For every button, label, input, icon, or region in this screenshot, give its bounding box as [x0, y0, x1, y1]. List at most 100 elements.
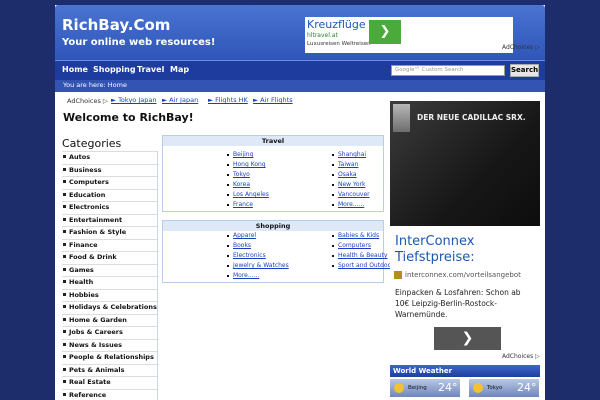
travel-link[interactable]: Beijing: [233, 151, 253, 158]
category-label[interactable]: Games: [69, 266, 94, 274]
search-input[interactable]: Google™ Custom Search: [391, 65, 505, 76]
shopping-link[interactable]: Computers: [338, 242, 371, 249]
shopping-link[interactable]: Babies & Kids: [338, 232, 379, 239]
page-title: Welcome to RichBay!: [63, 111, 194, 124]
category-item[interactable]: Fashion & Style: [62, 226, 157, 238]
travel-link[interactable]: Tokyo: [233, 171, 250, 178]
shopping-link[interactable]: Health & Beauty: [338, 252, 387, 259]
shopping-link[interactable]: Apparel: [233, 232, 256, 239]
shopping-link[interactable]: Books: [233, 242, 251, 249]
category-label[interactable]: Health: [69, 278, 93, 286]
top-ad-url[interactable]: hltravel.at: [307, 32, 338, 39]
category-label[interactable]: Fashion & Style: [69, 228, 126, 236]
ad-link-flights-hk[interactable]: ► Flights HK: [208, 96, 248, 104]
travel-link[interactable]: More......: [338, 201, 364, 208]
top-ad-adchoices[interactable]: AdChoices ▷: [502, 44, 540, 51]
travel-link[interactable]: New York: [338, 181, 365, 188]
interconnex-ad-url-row[interactable]: interconnex.com/vorteilsangebot: [394, 271, 521, 279]
category-item[interactable]: Jobs & Careers: [62, 326, 157, 338]
travel-link[interactable]: Korea: [233, 181, 250, 188]
category-label[interactable]: Reference: [69, 391, 106, 399]
category-label[interactable]: Electronics: [69, 203, 109, 211]
category-label[interactable]: Autos: [69, 153, 90, 161]
category-label[interactable]: Food & Drink: [69, 253, 117, 261]
ad-link-tokyo-japan[interactable]: ► Tokyo Japan: [111, 96, 156, 104]
ad-link-air-flights[interactable]: ► Air Flights: [253, 96, 293, 104]
interconnex-arrow-icon[interactable]: ❯: [434, 327, 501, 350]
shopping-link[interactable]: Electronics: [233, 252, 266, 259]
category-item[interactable]: Games: [62, 263, 157, 276]
category-item[interactable]: Business: [62, 163, 157, 176]
category-item[interactable]: Hobbies: [62, 288, 157, 301]
category-item[interactable]: Autos: [62, 151, 157, 163]
category-item[interactable]: Finance: [62, 238, 157, 251]
interconnex-adchoices[interactable]: AdChoices ▷: [502, 353, 540, 360]
interconnex-favicon-icon: [394, 271, 402, 279]
category-item[interactable]: Real Estate: [62, 376, 157, 388]
top-ad-headline[interactable]: Kreuzflüge: [307, 18, 366, 31]
nav-home[interactable]: Home: [62, 65, 88, 74]
interconnex-ad-body: Einpacken & Losfahren: Schon ab 10€ Leip…: [395, 288, 521, 319]
category-item[interactable]: Holidays & Celebrations: [62, 301, 157, 313]
bullet-icon: [332, 235, 334, 237]
category-label[interactable]: Home & Garden: [69, 316, 127, 324]
breadcrumb-text: You are here: Home: [63, 81, 127, 89]
interconnex-ad[interactable]: InterConnex Tiefstpreise: interconnex.co…: [390, 230, 540, 360]
category-item[interactable]: Home & Garden: [62, 313, 157, 326]
bullet-icon: [63, 317, 66, 321]
travel-link[interactable]: Vancouver: [338, 191, 370, 198]
category-label[interactable]: Education: [69, 191, 105, 199]
category-label[interactable]: Finance: [69, 241, 98, 249]
category-item[interactable]: Reference: [62, 388, 157, 400]
category-label[interactable]: Computers: [69, 178, 109, 186]
category-item[interactable]: Electronics: [62, 201, 157, 213]
top-ad-arrow-icon[interactable]: ❯: [369, 20, 401, 44]
category-item[interactable]: Entertainment: [62, 213, 157, 226]
ad-links-adchoices[interactable]: AdChoices ▷: [67, 97, 108, 105]
shopping-link[interactable]: Jewelry & Watches: [233, 262, 289, 269]
category-label[interactable]: Holidays & Celebrations: [69, 303, 157, 311]
bullet-icon: [332, 255, 334, 257]
interconnex-ad-headline[interactable]: InterConnex Tiefstpreise:: [395, 234, 540, 266]
category-item[interactable]: Education: [62, 188, 157, 201]
nav-map[interactable]: Map: [170, 65, 189, 74]
travel-link[interactable]: Los Angeles: [233, 191, 269, 198]
site-title[interactable]: RichBay.Com: [62, 16, 170, 34]
cadillac-ad[interactable]: DER NEUE CADILLAC SRX.: [390, 101, 540, 226]
category-item[interactable]: Food & Drink: [62, 251, 157, 263]
category-item[interactable]: People & Relationships: [62, 351, 157, 363]
shopping-link[interactable]: More......: [233, 272, 259, 279]
category-item[interactable]: Health: [62, 276, 157, 288]
category-label[interactable]: People & Relationships: [69, 353, 154, 361]
interconnex-ad-url[interactable]: interconnex.com/vorteilsangebot: [405, 271, 521, 279]
bullet-icon: [63, 330, 66, 333]
bullet-icon: [332, 174, 334, 176]
travel-link[interactable]: Hong Kong: [233, 161, 266, 168]
category-label[interactable]: Business: [69, 166, 101, 174]
category-label[interactable]: Jobs & Careers: [69, 328, 123, 336]
travel-link[interactable]: Osaka: [338, 171, 357, 178]
bullet-icon: [63, 167, 66, 171]
bullet-icon: [227, 174, 229, 176]
travel-link[interactable]: Shanghai: [338, 151, 366, 158]
category-item[interactable]: Pets & Animals: [62, 363, 157, 376]
top-banner-ad[interactable]: Kreuzflüge hltravel.at Luxusreisen Weltr…: [305, 17, 540, 53]
category-item[interactable]: News & Issues: [62, 338, 157, 351]
nav-shopping[interactable]: Shopping: [93, 65, 136, 74]
site-header: RichBay.Com Your online web resources! K…: [55, 5, 545, 60]
bullet-icon: [63, 192, 66, 196]
search-button[interactable]: Search: [510, 64, 539, 77]
nav-travel[interactable]: Travel: [137, 65, 164, 74]
category-item[interactable]: Computers: [62, 176, 157, 188]
shopping-link[interactable]: Sport and Outdoor: [338, 262, 394, 269]
category-label[interactable]: News & Issues: [69, 341, 122, 349]
ad-link-air-japan[interactable]: ► Air Japan: [162, 96, 198, 104]
category-label[interactable]: Real Estate: [69, 378, 111, 386]
nav-bar: Home Shopping Travel Map Google™ Custom …: [55, 60, 545, 80]
category-label[interactable]: Hobbies: [69, 291, 99, 299]
category-label[interactable]: Entertainment: [69, 216, 122, 224]
bullet-icon: [227, 184, 229, 186]
category-label[interactable]: Pets & Animals: [69, 366, 125, 374]
travel-link[interactable]: France: [233, 201, 253, 208]
travel-link[interactable]: Taiwan: [338, 161, 358, 168]
